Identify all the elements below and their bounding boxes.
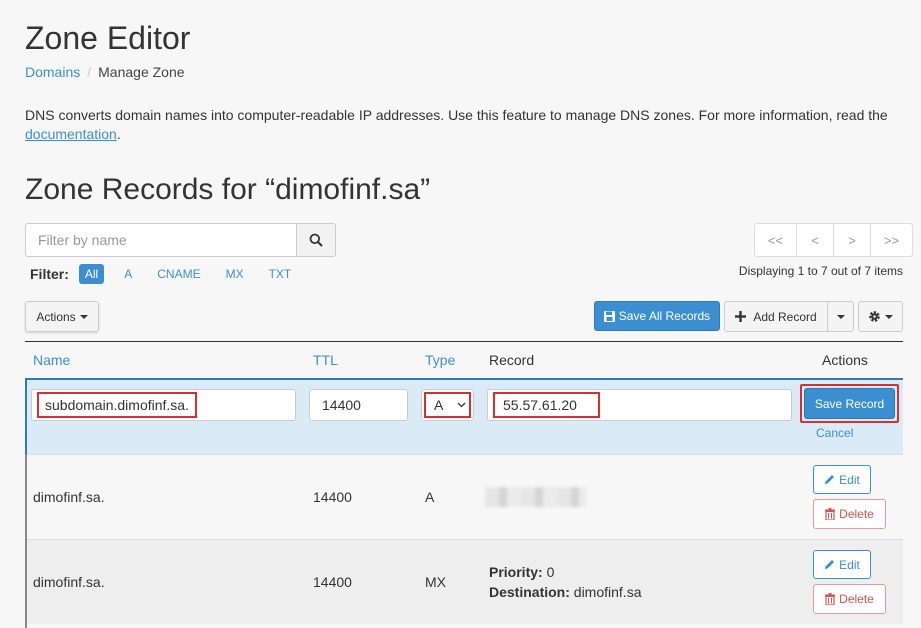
intro-end: . bbox=[116, 126, 121, 142]
trash-icon bbox=[825, 508, 836, 520]
floppy-disk-icon bbox=[603, 310, 615, 322]
filter-all[interactable]: All bbox=[78, 264, 105, 284]
search-icon bbox=[309, 233, 323, 247]
column-header-actions: Actions bbox=[822, 352, 868, 368]
row-type: A bbox=[425, 489, 435, 505]
filter-a[interactable]: A bbox=[118, 264, 138, 284]
filter-bar: Filter: All A CNAME MX TXT bbox=[30, 263, 310, 285]
pager-last-button[interactable]: >> bbox=[870, 224, 912, 256]
filter-cname[interactable]: CNAME bbox=[151, 264, 206, 284]
search-box bbox=[25, 223, 336, 257]
destination-value: dimofinf.sa bbox=[573, 584, 642, 600]
caret-down-icon bbox=[885, 314, 893, 319]
row-type: MX bbox=[425, 574, 446, 590]
breadcrumb-current: Manage Zone bbox=[98, 64, 185, 80]
edit-label: Edit bbox=[839, 472, 860, 487]
row-priority: Priority: 0 bbox=[489, 563, 554, 581]
record-value: 55.57.61.20 bbox=[493, 392, 600, 418]
trash-icon bbox=[825, 593, 836, 605]
actions-label: Actions bbox=[36, 309, 76, 324]
column-header-type[interactable]: Type bbox=[425, 352, 455, 368]
pager-first-button[interactable]: << bbox=[755, 224, 796, 256]
add-record-label: Add Record bbox=[753, 309, 817, 324]
row-record-redacted bbox=[485, 487, 587, 507]
column-header-name[interactable]: Name bbox=[33, 352, 70, 368]
delete-label: Delete bbox=[839, 507, 874, 521]
add-record-dropdown-toggle[interactable] bbox=[827, 302, 853, 331]
plus-icon bbox=[735, 311, 747, 322]
actions-dropdown-button[interactable]: Actions bbox=[25, 301, 99, 332]
table-left-border bbox=[25, 454, 27, 628]
cancel-link[interactable]: Cancel bbox=[816, 426, 853, 440]
pagination: << < > >> bbox=[754, 223, 913, 257]
delete-label: Delete bbox=[839, 592, 874, 606]
search-button[interactable] bbox=[296, 224, 335, 256]
intro-text: DNS converts domain names into computer-… bbox=[25, 106, 910, 144]
record-name-field[interactable]: subdomain.dimofinf.sa. bbox=[31, 389, 296, 421]
page-title: Zone Editor bbox=[25, 20, 191, 56]
section-title: Zone Records for “dimofinf.sa” bbox=[25, 173, 431, 206]
row-name: dimofinf.sa. bbox=[33, 574, 105, 590]
column-header-ttl[interactable]: TTL bbox=[313, 352, 338, 368]
delete-button[interactable]: Delete bbox=[813, 499, 886, 529]
edit-label: Edit bbox=[839, 557, 860, 572]
priority-value: 0 bbox=[546, 564, 555, 580]
save-record-button[interactable]: Save Record bbox=[804, 388, 895, 419]
add-record-button-group: Add Record bbox=[724, 301, 854, 332]
record-name-value: subdomain.dimofinf.sa. bbox=[37, 392, 197, 418]
row-ttl: 14400 bbox=[313, 574, 352, 590]
breadcrumb: Domains / Manage Zone bbox=[25, 62, 185, 82]
save-all-label: Save All Records bbox=[618, 309, 711, 323]
breadcrumb-domains-link[interactable]: Domains bbox=[25, 64, 80, 80]
settings-dropdown-button[interactable] bbox=[858, 301, 903, 332]
edit-button[interactable]: Edit bbox=[813, 465, 871, 494]
caret-down-icon bbox=[836, 314, 845, 319]
table-row bbox=[25, 454, 903, 539]
column-header-record: Record bbox=[489, 352, 535, 368]
record-type-value: A bbox=[434, 397, 444, 413]
record-value-field[interactable]: 55.57.61.20 bbox=[487, 389, 792, 421]
record-ttl-value: 14400 bbox=[322, 397, 361, 413]
record-type-select[interactable]: A bbox=[421, 389, 474, 421]
breadcrumb-separator: / bbox=[87, 64, 92, 80]
delete-button[interactable]: Delete bbox=[813, 584, 886, 614]
pencil-icon bbox=[825, 560, 835, 569]
record-type-selected: A bbox=[424, 392, 471, 418]
save-all-records-button[interactable]: Save All Records bbox=[594, 301, 720, 331]
add-record-button[interactable]: Add Record bbox=[725, 302, 827, 331]
documentation-link[interactable]: documentation bbox=[25, 126, 117, 142]
priority-label: Priority: bbox=[489, 564, 543, 580]
gear-icon bbox=[869, 311, 880, 322]
filter-txt[interactable]: TXT bbox=[263, 264, 298, 284]
filter-mx[interactable]: MX bbox=[220, 264, 250, 284]
row-destination: Destination: dimofinf.sa bbox=[489, 583, 641, 601]
search-input[interactable] bbox=[26, 224, 296, 256]
pencil-icon bbox=[825, 475, 835, 484]
table-row bbox=[25, 539, 903, 624]
intro-body: DNS converts domain names into computer-… bbox=[25, 107, 888, 123]
chevron-down-icon bbox=[457, 402, 466, 408]
filter-label: Filter: bbox=[30, 266, 69, 282]
displaying-count: Displaying 1 to 7 out of 7 items bbox=[738, 264, 903, 278]
edit-button[interactable]: Edit bbox=[813, 550, 871, 579]
caret-down-icon bbox=[79, 314, 88, 319]
record-ttl-field[interactable]: 14400 bbox=[309, 389, 408, 421]
pager-next-button[interactable]: > bbox=[833, 224, 870, 256]
destination-label: Destination: bbox=[489, 584, 570, 600]
row-name: dimofinf.sa. bbox=[33, 489, 105, 505]
table-top-border bbox=[25, 341, 903, 342]
row-ttl: 14400 bbox=[313, 489, 352, 505]
pager-prev-button[interactable]: < bbox=[796, 224, 833, 256]
